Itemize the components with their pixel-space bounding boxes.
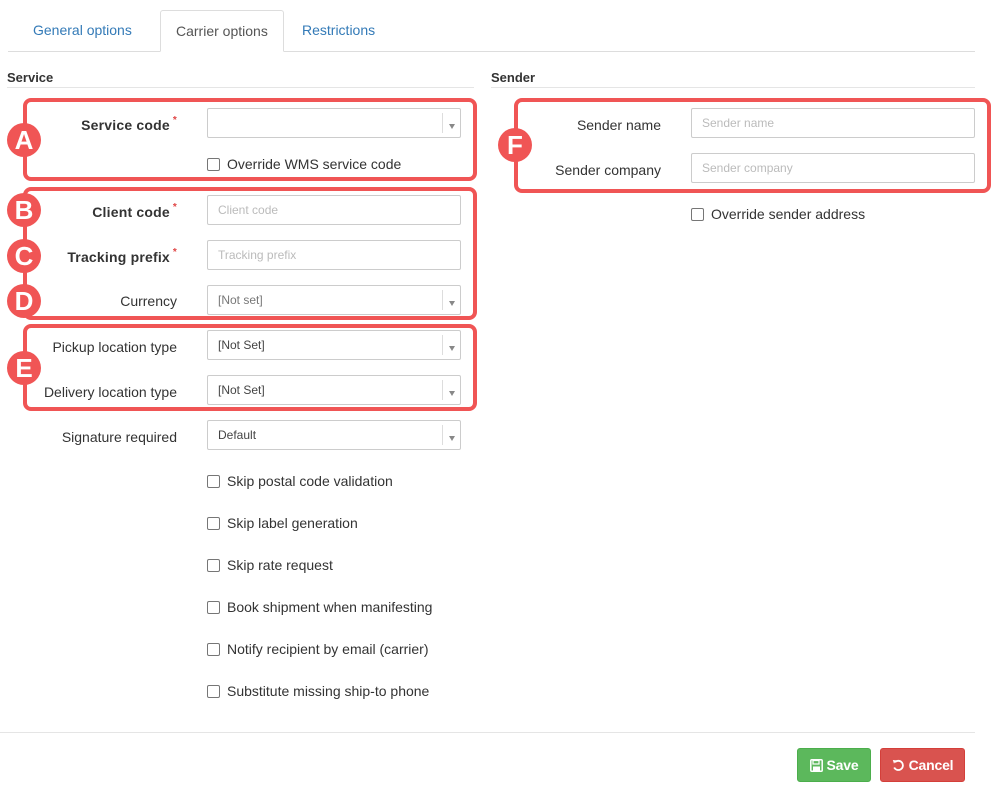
notify-recipient-checkbox[interactable] [207, 642, 220, 656]
checkbox-label: Skip rate request [227, 557, 333, 573]
tab-bar: General options Carrier options Restrict… [8, 10, 975, 52]
checkbox-label: Skip postal code validation [227, 473, 393, 489]
checkbox-label: Book shipment when manifesting [227, 599, 433, 615]
override-sender-address-checkbox[interactable] [691, 207, 704, 221]
signature-required-label: Signature required [61, 429, 177, 445]
cancel-label: Cancel [908, 757, 954, 773]
signature-required-dropdown [442, 425, 460, 445]
checkbox-row[interactable]: Skip label generation [207, 515, 358, 531]
save-button[interactable]: Save [797, 748, 871, 782]
skip-label-generation-checkbox[interactable] [207, 516, 220, 530]
signature-required-select[interactable]: Default [207, 420, 461, 450]
footer-divider [0, 732, 975, 733]
checkbox-row[interactable]: Skip rate request [207, 557, 333, 573]
book-shipment-checkbox[interactable] [207, 600, 220, 614]
skip-rate-request-checkbox[interactable] [207, 558, 220, 572]
save-label: Save [826, 757, 859, 773]
annotation-badge-a: A [7, 123, 41, 157]
override-sender-address-label: Override sender address [711, 206, 866, 222]
checkbox-label: Skip label generation [227, 515, 358, 531]
tab-general-options[interactable]: General options [18, 10, 147, 52]
tab-restrictions[interactable]: Restrictions [287, 10, 390, 52]
undo-icon [892, 759, 905, 772]
skip-postal-code-validation-checkbox[interactable] [207, 474, 220, 488]
checkbox-row[interactable]: Book shipment when manifesting [207, 599, 432, 615]
substitute-phone-checkbox[interactable] [207, 684, 220, 698]
checkbox-row[interactable]: Substitute missing ship-to phone [207, 683, 429, 699]
checkbox-row[interactable]: Notify recipient by email (carrier) [207, 641, 429, 657]
annotation-box-e [23, 324, 477, 411]
annotation-box-f [514, 98, 991, 193]
checkbox-label: Notify recipient by email (carrier) [227, 641, 429, 657]
floppy-disk-icon [809, 758, 823, 772]
cancel-button[interactable]: Cancel [880, 748, 965, 782]
annotation-badge-e: E [7, 351, 41, 385]
annotation-badge-f: F [498, 128, 532, 162]
annotation-badge-d: D [7, 284, 41, 318]
signature-required-value: Default [218, 428, 257, 442]
annotation-box-a [23, 98, 477, 181]
sender-section-title: Sender [491, 70, 536, 85]
annotation-box-bcd [23, 187, 477, 320]
checkbox-label: Substitute missing ship-to phone [227, 683, 430, 699]
service-divider [7, 87, 474, 88]
sender-divider [491, 87, 975, 88]
checkbox-row[interactable]: Skip postal code validation [207, 473, 393, 489]
annotation-badge-c: C [7, 239, 41, 273]
tab-carrier-options[interactable]: Carrier options [160, 10, 284, 52]
override-sender-address-row[interactable]: Override sender address [691, 206, 865, 222]
annotation-badge-b: B [7, 193, 41, 227]
chevron-down-icon [449, 436, 455, 441]
service-section-title: Service [7, 70, 54, 85]
